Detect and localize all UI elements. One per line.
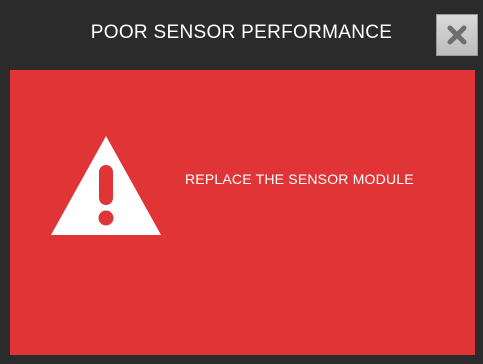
alert-dialog: POOR SENSOR PERFORMANCE REPLACE THE SENS… [0, 0, 483, 364]
close-icon [447, 25, 467, 45]
alert-body: REPLACE THE SENSOR MODULE [10, 70, 475, 355]
alert-message: REPLACE THE SENSOR MODULE [185, 171, 414, 187]
warning-triangle-icon [51, 136, 161, 235]
dialog-title: POOR SENSOR PERFORMANCE [90, 22, 393, 43]
dialog-title-bar: POOR SENSOR PERFORMANCE [0, 0, 483, 70]
close-button[interactable] [436, 14, 478, 56]
